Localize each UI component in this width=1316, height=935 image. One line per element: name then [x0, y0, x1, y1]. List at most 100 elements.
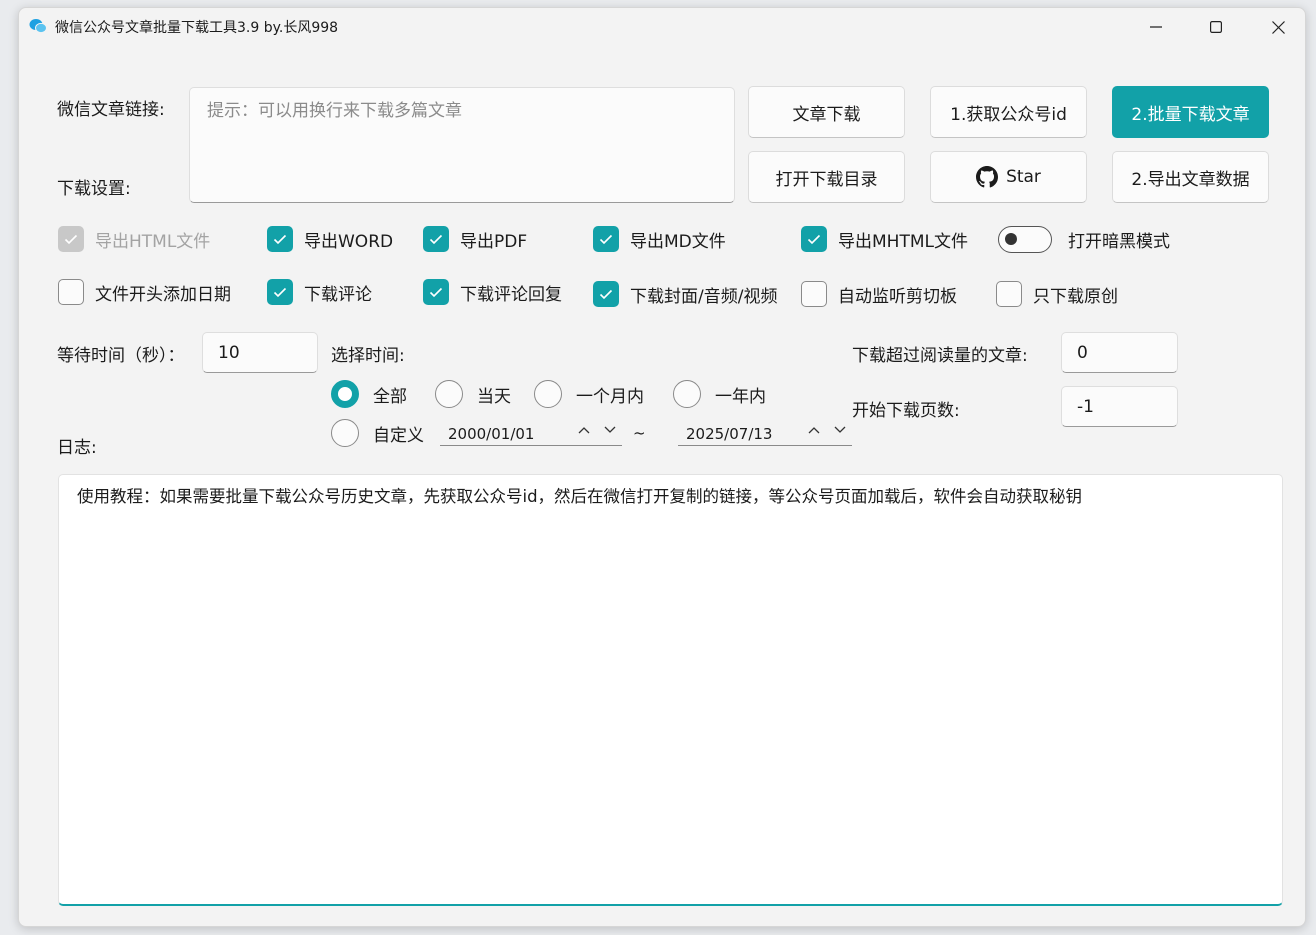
date-prefix-label: 文件开头添加日期 [95, 284, 231, 305]
download-comments-label: 下载评论 [304, 284, 372, 305]
title-bar: 微信公众号文章批量下载工具3.9 by.长风998 [19, 8, 1305, 46]
download-article-button[interactable]: 文章下载 [748, 86, 905, 138]
wechat-icon [29, 19, 47, 34]
checkbox-box [58, 279, 84, 305]
check-icon [599, 234, 613, 244]
radio-year-label: 一年内 [715, 386, 766, 407]
monitor-clipboard-checkbox[interactable]: 自动监听剪切板 [801, 280, 957, 308]
radio-circle [534, 380, 562, 408]
check-icon [64, 234, 78, 244]
log-label: 日志: [57, 438, 97, 458]
url-label: 微信文章链接: [57, 100, 165, 120]
log-textarea[interactable]: 使用教程：如果需要批量下载公众号历史文章，先获取公众号id，然后在微信打开复制的… [58, 474, 1283, 906]
download-article-label: 文章下载 [792, 104, 861, 125]
checkbox-box [996, 281, 1022, 307]
github-icon [976, 166, 999, 188]
minimize-icon [1150, 26, 1162, 28]
checkbox-box [58, 226, 84, 252]
checkbox-box [801, 281, 827, 307]
maximize-button[interactable] [1193, 8, 1239, 46]
check-icon [599, 289, 613, 299]
radio-today[interactable]: 当天 [435, 380, 511, 408]
check-icon [273, 234, 287, 244]
checkbox-box [423, 279, 449, 305]
download-media-checkbox[interactable]: 下载封面/音频/视频 [593, 280, 777, 308]
check-icon [429, 287, 443, 297]
radio-year[interactable]: 一年内 [673, 380, 766, 408]
checkbox-box [801, 226, 827, 252]
log-text: 使用教程：如果需要批量下载公众号历史文章，先获取公众号id，然后在微信打开复制的… [77, 487, 1083, 506]
dark-mode-toggle[interactable]: 打开暗黑模式 [998, 226, 1170, 253]
export-html-checkbox[interactable]: 导出HTML文件 [58, 225, 210, 253]
radio-circle [331, 419, 359, 447]
date-prefix-checkbox[interactable]: 文件开头添加日期 [58, 278, 231, 306]
export-mhtml-checkbox[interactable]: 导出MHTML文件 [801, 225, 968, 253]
export-pdf-label: 导出PDF [460, 231, 528, 252]
close-icon [1271, 20, 1285, 34]
download-settings-label: 下载设置: [57, 179, 131, 199]
app-window: 微信公众号文章批量下载工具3.9 by.长风998 微信文章链接: 提示：可以用… [18, 7, 1306, 927]
chevron-up-icon[interactable] [808, 426, 820, 434]
minimize-button[interactable] [1133, 8, 1179, 46]
chevron-down-icon[interactable] [834, 426, 846, 434]
end-date-picker[interactable]: 2025/07/13 [678, 422, 852, 446]
open-download-dir-label: 打开下载目录 [775, 169, 878, 190]
download-comment-replies-checkbox[interactable]: 下载评论回复 [423, 278, 562, 306]
check-icon [807, 234, 821, 244]
chevron-up-icon[interactable] [578, 426, 590, 434]
checkbox-box [593, 226, 619, 252]
radio-all[interactable]: 全部 [331, 380, 407, 408]
download-comments-checkbox[interactable]: 下载评论 [267, 278, 372, 306]
export-pdf-checkbox[interactable]: 导出PDF [423, 225, 527, 253]
time-range-label: 选择时间: [331, 346, 405, 366]
checkbox-box [267, 279, 293, 305]
read-filter-value: 0 [1077, 342, 1088, 363]
start-date-picker[interactable]: 2000/01/01 [440, 422, 622, 446]
radio-circle [435, 380, 463, 408]
radio-all-label: 全部 [373, 386, 407, 407]
start-page-input[interactable]: -1 [1061, 386, 1178, 427]
check-icon [429, 234, 443, 244]
export-md-checkbox[interactable]: 导出MD文件 [593, 225, 726, 253]
github-star-button[interactable]: Star [930, 151, 1087, 203]
export-md-label: 导出MD文件 [630, 231, 726, 252]
radio-circle [673, 380, 701, 408]
checkbox-box [267, 226, 293, 252]
checkbox-box [423, 226, 449, 252]
wait-time-value: 10 [218, 342, 240, 363]
original-only-checkbox[interactable]: 只下载原创 [996, 280, 1118, 308]
radio-custom[interactable]: 自定义 [331, 419, 424, 447]
export-word-label: 导出WORD [304, 231, 394, 252]
read-filter-input[interactable]: 0 [1061, 332, 1178, 373]
export-article-data-button[interactable]: 2.导出文章数据 [1112, 151, 1269, 203]
url-placeholder: 提示：可以用换行来下载多篇文章 [207, 101, 462, 121]
checkbox-box [593, 281, 619, 307]
radio-custom-label: 自定义 [373, 425, 424, 446]
export-mhtml-label: 导出MHTML文件 [838, 231, 968, 252]
star-label: Star [1006, 167, 1041, 187]
wait-time-input[interactable]: 10 [202, 332, 318, 373]
dark-mode-label: 打开暗黑模式 [1068, 232, 1170, 252]
radio-month-label: 一个月内 [576, 386, 644, 407]
batch-download-button[interactable]: 2.批量下载文章 [1112, 86, 1269, 138]
radio-circle [331, 380, 359, 408]
radio-today-label: 当天 [477, 386, 511, 407]
close-button[interactable] [1255, 8, 1301, 46]
open-download-dir-button[interactable]: 打开下载目录 [748, 151, 905, 203]
wait-time-label: 等待时间（秒）： [57, 346, 185, 366]
toggle-switch[interactable] [998, 226, 1052, 253]
start-date-value: 2000/01/01 [448, 424, 535, 443]
window-title: 微信公众号文章批量下载工具3.9 by.长风998 [55, 20, 339, 36]
check-icon [273, 287, 287, 297]
start-page-label: 开始下载页数: [852, 401, 960, 421]
article-url-input[interactable]: 提示：可以用换行来下载多篇文章 [189, 87, 735, 203]
monitor-clipboard-label: 自动监听剪切板 [838, 286, 957, 307]
export-word-checkbox[interactable]: 导出WORD [267, 225, 393, 253]
download-comment-replies-label: 下载评论回复 [460, 284, 562, 305]
chevron-down-icon[interactable] [604, 426, 616, 434]
get-account-id-button[interactable]: 1.获取公众号id [930, 86, 1087, 138]
radio-month[interactable]: 一个月内 [534, 380, 644, 408]
toggle-knob [1005, 233, 1017, 245]
start-page-value: -1 [1077, 396, 1094, 417]
original-only-label: 只下载原创 [1033, 286, 1118, 307]
